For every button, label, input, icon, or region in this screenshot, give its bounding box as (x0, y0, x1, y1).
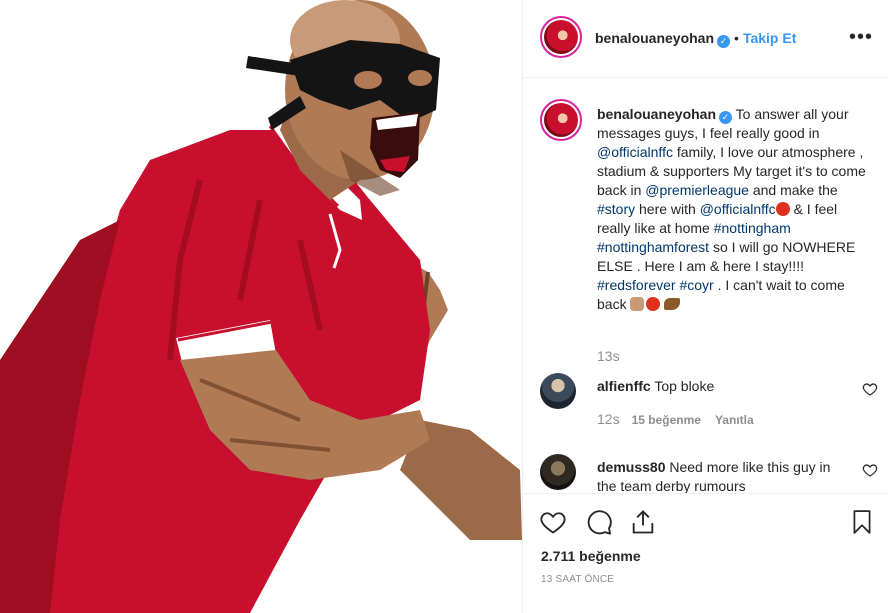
author-username[interactable]: benalouaneyohan (595, 30, 714, 46)
comment-body: Top bloke (650, 378, 715, 394)
post-header: benalouaneyohan ✓ • Takip Et ••• (523, 0, 888, 78)
comments-list[interactable]: benalouaneyohan ✓ To answer all your mess… (523, 79, 888, 493)
hashtag-link[interactable]: #story (597, 201, 635, 217)
follow-button[interactable]: Takip Et (743, 30, 796, 46)
post-side-panel: benalouaneyohan ✓ • Takip Et ••• benalouane… (522, 0, 888, 613)
author-avatar[interactable] (540, 16, 582, 58)
heart-icon[interactable] (862, 381, 878, 397)
mention-link[interactable]: @officialnffc (597, 144, 673, 160)
more-options-icon[interactable]: ••• (849, 26, 873, 49)
comment-meta: 12s 15 beğenme Yanıtla (597, 411, 768, 427)
save-bookmark-icon[interactable] (849, 508, 875, 536)
post-caption: benalouaneyohan ✓ To answer all your mess… (597, 105, 873, 314)
player-illustration (0, 0, 522, 613)
header-user-line: benalouaneyohan ✓ • Takip Et (595, 30, 796, 48)
caption-text: and make the (748, 182, 838, 198)
comment-timestamp[interactable]: 12s (597, 411, 620, 427)
verified-badge-icon: ✓ (719, 111, 733, 124)
likes-count[interactable]: 2.711 beğenme (541, 548, 641, 564)
post-image[interactable] (0, 0, 522, 613)
mention-link[interactable]: @officialnffc (700, 201, 776, 217)
caption-avatar[interactable] (540, 99, 582, 141)
like-heart-icon[interactable] (539, 508, 567, 536)
commenter-avatar[interactable] (540, 454, 576, 490)
hashtag-link[interactable]: #nottingham (714, 220, 791, 236)
comment-bubble-icon[interactable] (585, 508, 613, 536)
fist-emoji-icon (630, 297, 645, 311)
comment-text: alfienffc Top bloke (597, 377, 837, 396)
hashtag-link[interactable]: #redsforever (597, 277, 676, 293)
mention-link[interactable]: @premierleague (645, 182, 749, 198)
commenter-username[interactable]: alfienffc (597, 378, 651, 394)
post-actions: 2.711 beğenme 13 SAAT ÖNCE (523, 493, 888, 613)
separator-dot: • (734, 30, 739, 46)
comment-item: demuss80 Need more like this guy in the … (540, 454, 880, 493)
reply-button[interactable]: Yanıtla (715, 413, 754, 427)
comment-text: demuss80 Need more like this guy in the … (597, 458, 837, 493)
caption-timestamp[interactable]: 13s (597, 348, 620, 364)
caption-username[interactable]: benalouaneyohan (597, 106, 716, 122)
comment-item: alfienffc Top bloke 12s 15 beğenme Yanıtla (540, 373, 880, 443)
comment-likes[interactable]: 15 beğenme (632, 413, 701, 427)
red-circle-emoji-icon (646, 297, 661, 311)
caption-text: here with (635, 201, 700, 217)
bird-emoji-icon (664, 298, 681, 310)
commenter-avatar[interactable] (540, 373, 576, 409)
hashtag-link[interactable]: #coyr (679, 277, 713, 293)
commenter-username[interactable]: demuss80 (597, 459, 665, 475)
red-circle-emoji-icon (775, 202, 790, 216)
hashtag-link[interactable]: #nottinghamforest (597, 239, 709, 255)
post-time-ago[interactable]: 13 SAAT ÖNCE (541, 574, 614, 585)
share-icon[interactable] (629, 508, 657, 536)
verified-badge-icon: ✓ (717, 35, 731, 48)
heart-icon[interactable] (862, 462, 878, 478)
